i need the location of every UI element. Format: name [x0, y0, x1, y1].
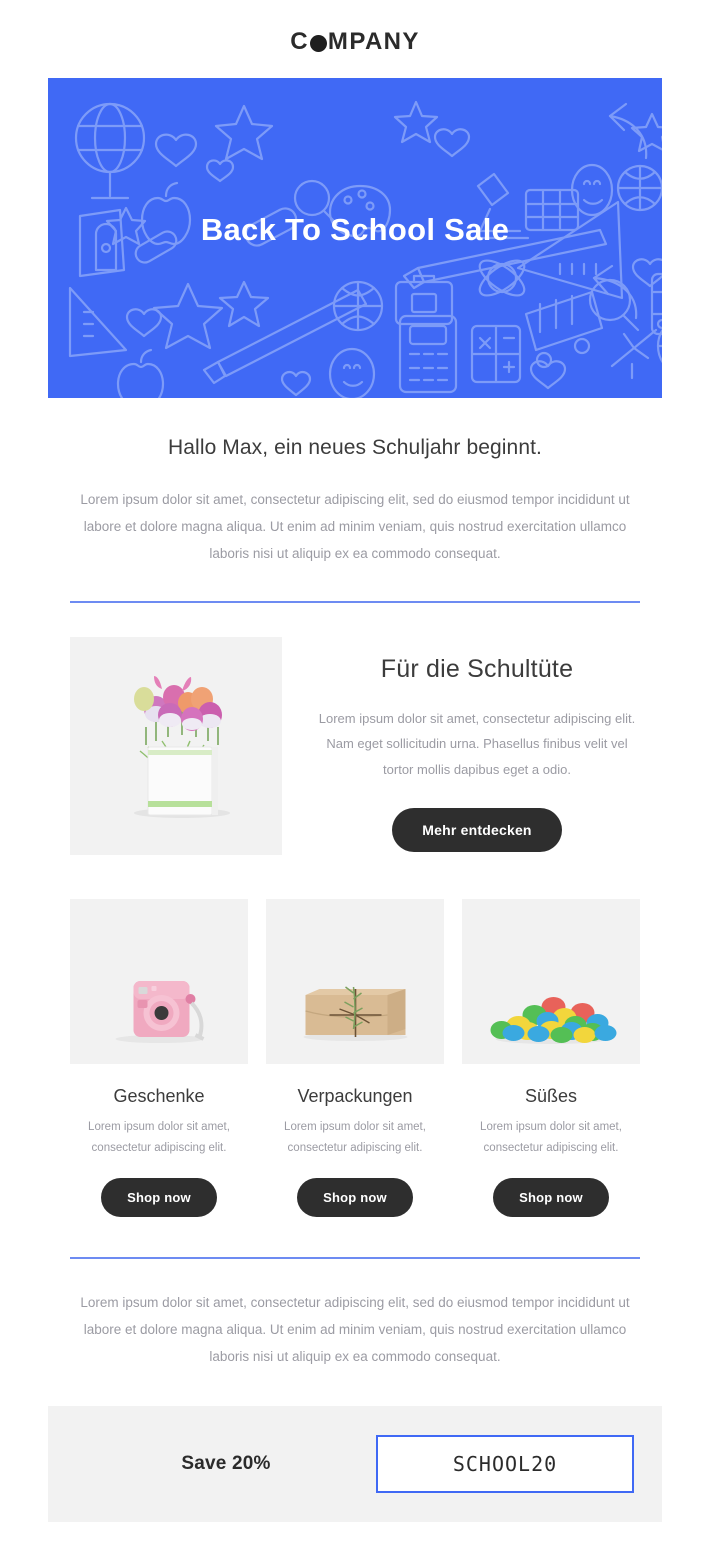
product-body-text: Lorem ipsum dolor sit amet, consectetur …	[480, 1121, 622, 1154]
product-image-package[interactable]	[266, 899, 444, 1064]
feature-title: Für die Schultüte	[380, 655, 574, 683]
feature-product-image[interactable]	[70, 637, 282, 855]
logo-text-start: C	[290, 28, 309, 55]
feature-section: Für die Schultüte Lorem ipsum dolor sit …	[70, 637, 640, 855]
product-shop-button[interactable]: Shop now	[493, 1178, 609, 1218]
product-body-text: Lorem ipsum dolor sit amet, consectetur …	[284, 1121, 426, 1154]
logo-dot-icon	[309, 34, 327, 52]
divider-top	[70, 601, 640, 603]
company-logo[interactable]: C MPANY	[290, 28, 420, 56]
hero-title: Back To School Sale	[200, 212, 510, 247]
product-image-camera[interactable]	[70, 899, 248, 1064]
feature-body-text: Lorem ipsum dolor sit amet, consectetur …	[318, 711, 636, 777]
logo-text-end: MPANY	[327, 28, 420, 55]
pink-camera-illustration	[71, 899, 247, 1064]
coupon-code-box[interactable]: SCHOOL20	[376, 1435, 634, 1494]
product-card-verpackungen: Verpackungen Lorem ipsum dolor sit amet,…	[266, 899, 444, 1218]
product-title: Geschenke	[113, 1086, 205, 1106]
candy-pile-illustration	[463, 899, 639, 1064]
coupon-save-label: Save 20%	[181, 1453, 271, 1475]
product-image-candy[interactable]	[462, 899, 640, 1064]
coupon-section: Save 20% SCHOOL20	[48, 1406, 662, 1523]
email-header: C MPANY	[0, 0, 710, 78]
feature-cta-button[interactable]: Mehr entdecken	[392, 808, 562, 853]
kraft-package-illustration	[267, 899, 443, 1064]
product-shop-button[interactable]: Shop now	[297, 1178, 413, 1218]
feature-text-block: Für die Schultüte Lorem ipsum dolor sit …	[282, 637, 640, 853]
footer-body-text: Lorem ipsum dolor sit amet, consectetur …	[80, 1295, 630, 1365]
product-title: Süßes	[524, 1086, 578, 1106]
intro-section: Hallo Max, ein neues Schuljahr beginnt. …	[0, 398, 710, 567]
product-cards-row: Geschenke Lorem ipsum dolor sit amet, co…	[70, 899, 640, 1218]
bottom-spacer	[0, 1522, 710, 1552]
product-card-geschenke: Geschenke Lorem ipsum dolor sit amet, co…	[70, 899, 248, 1218]
greeting-heading: Hallo Max, ein neues Schuljahr beginnt.	[168, 436, 542, 459]
product-body-text: Lorem ipsum dolor sit amet, consectetur …	[88, 1121, 230, 1154]
flower-bouquet-illustration	[70, 637, 282, 855]
intro-body-text: Lorem ipsum dolor sit amet, consectetur …	[80, 492, 630, 561]
product-shop-button[interactable]: Shop now	[101, 1178, 217, 1218]
hero-banner[interactable]: Back To School Sale	[48, 78, 662, 398]
email-body: C MPANY Back To School Sale Hallo Max, e…	[0, 0, 710, 1552]
product-card-suesses: Süßes Lorem ipsum dolor sit amet, consec…	[462, 899, 640, 1218]
product-title: Verpackungen	[297, 1086, 413, 1106]
